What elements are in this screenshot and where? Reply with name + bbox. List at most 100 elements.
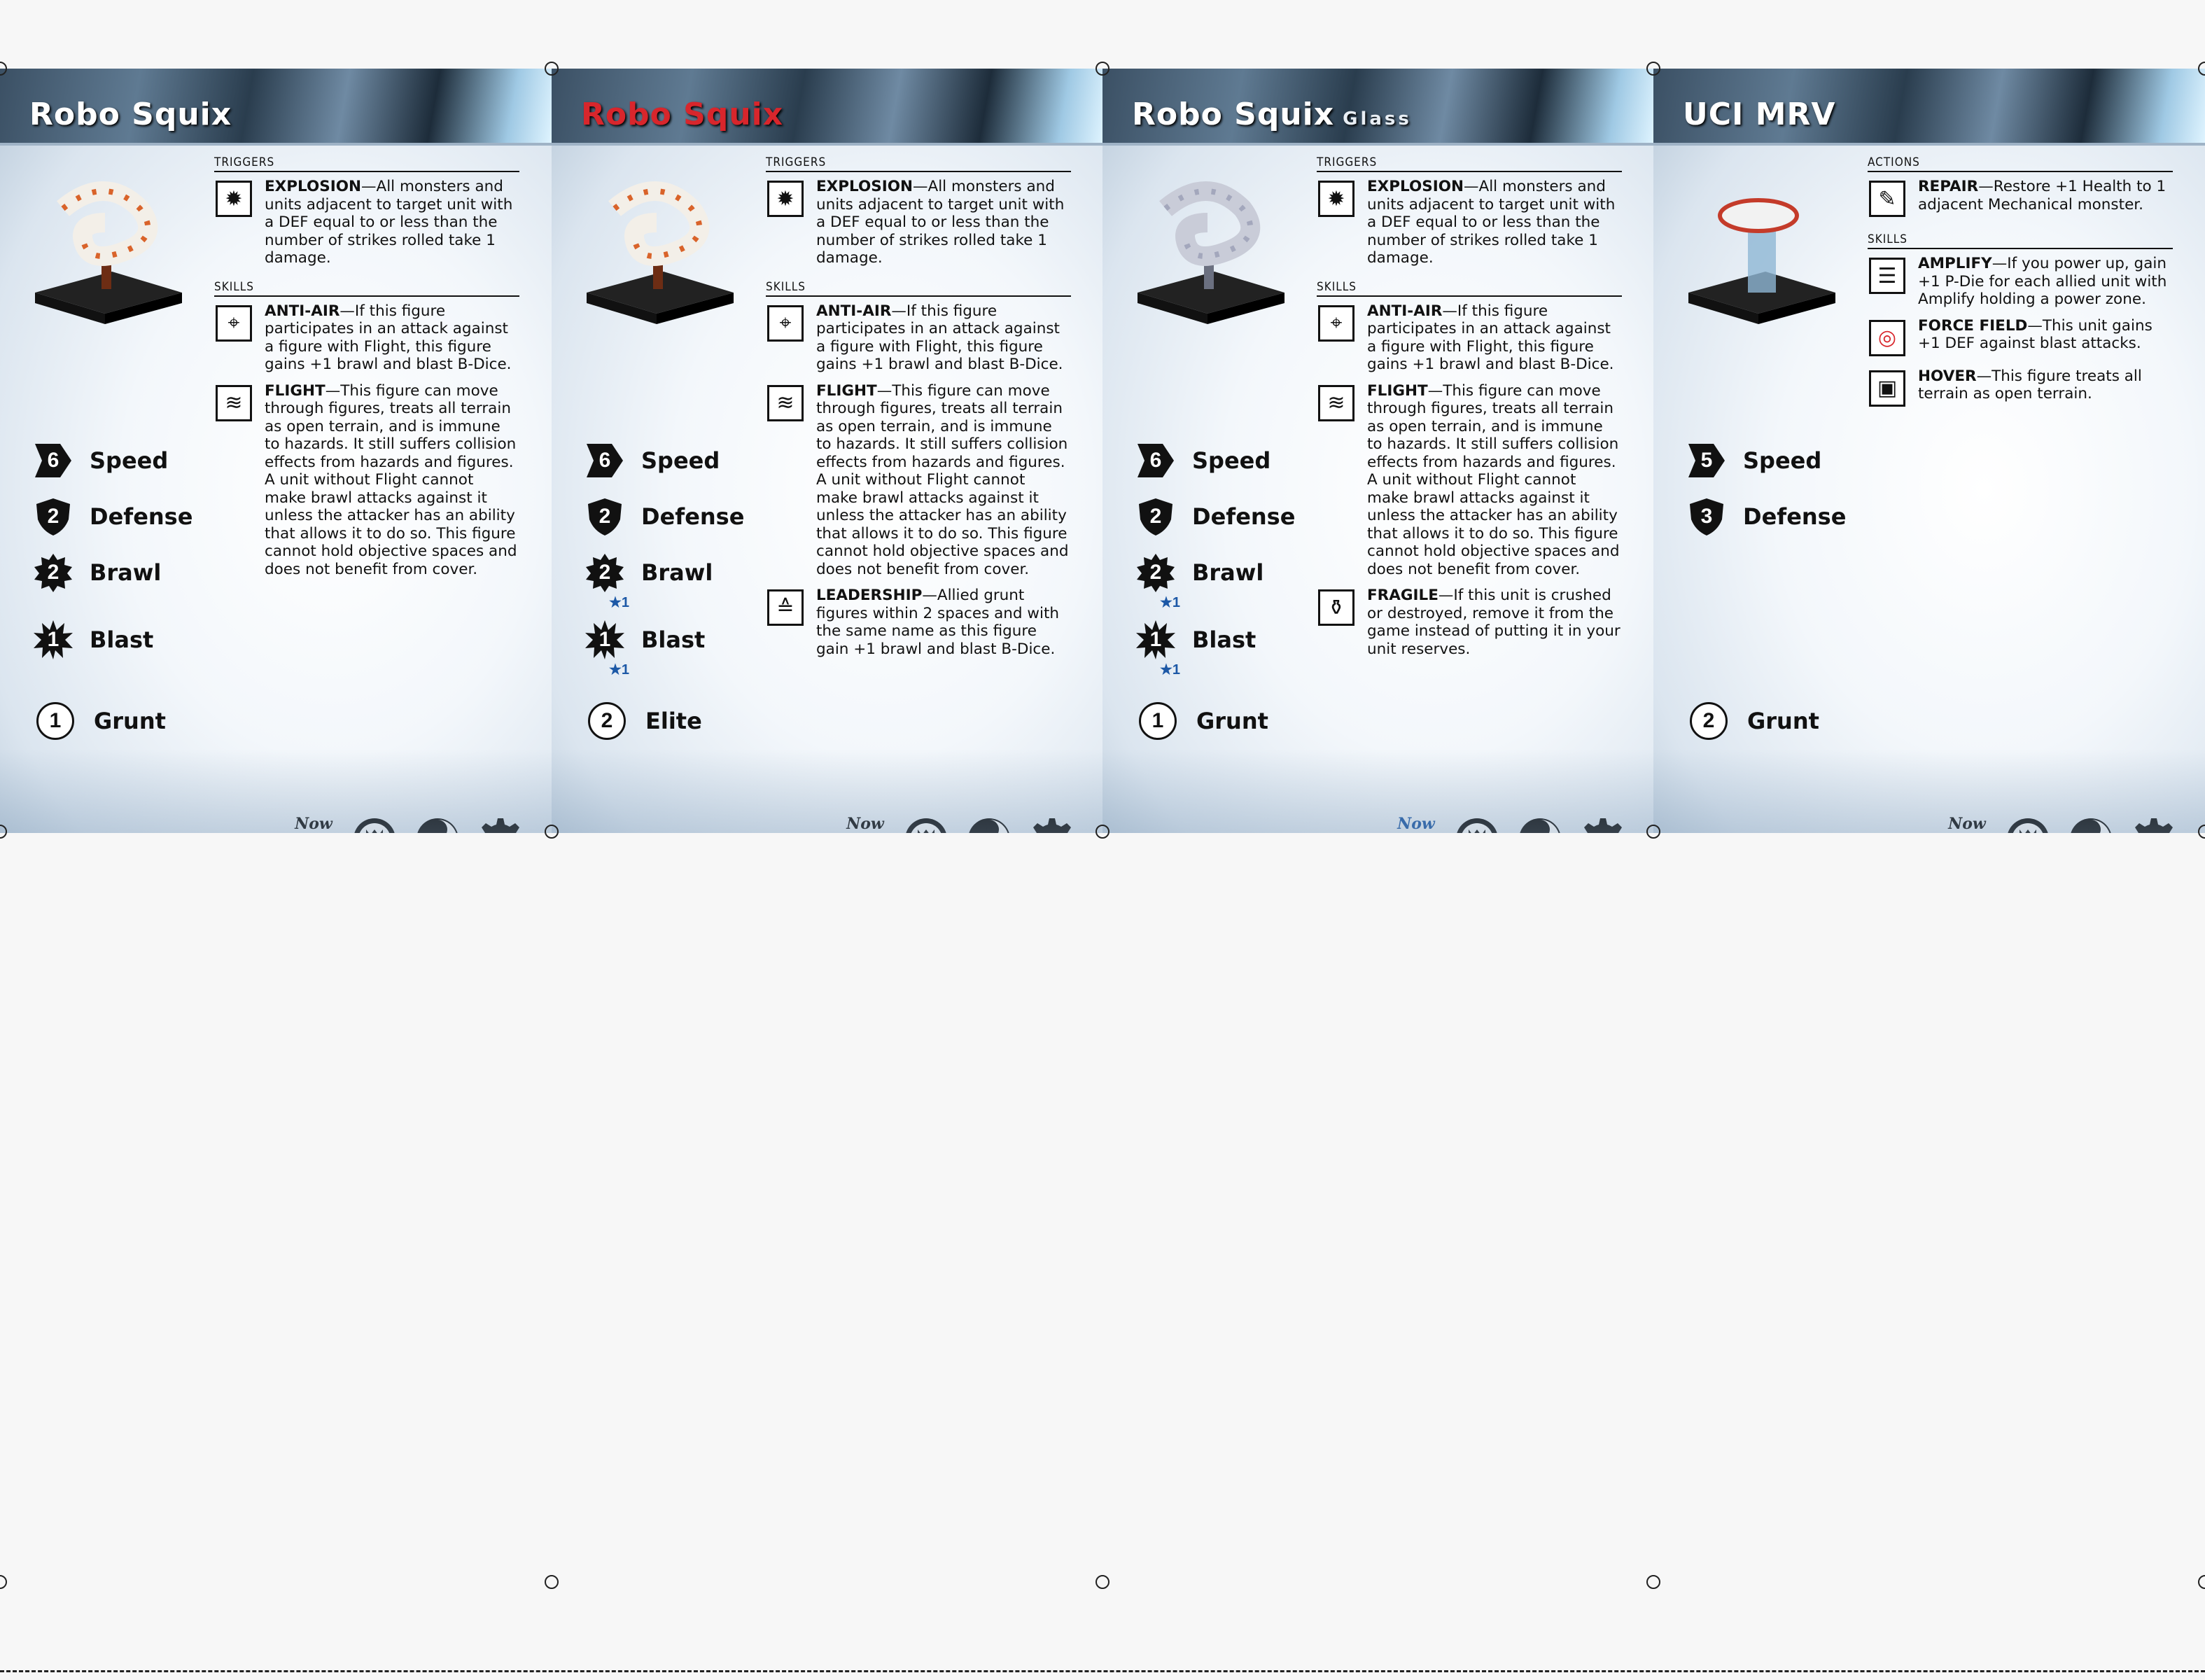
leadership-icon: ≙ xyxy=(767,589,804,626)
gear-icon xyxy=(1580,816,1626,833)
ability-name: FLIGHT xyxy=(1367,382,1428,400)
ability-name: FLIGHT xyxy=(265,382,326,400)
speed-value: 5 xyxy=(1700,449,1713,472)
ability-text: ANTI-AIR—If this figure participates in … xyxy=(1367,302,1622,374)
ability-entry: ≋ FLIGHT—This figure can move through fig… xyxy=(1317,382,1622,579)
cut-mark xyxy=(0,824,8,839)
blast-label: Blast xyxy=(1192,626,1256,653)
section-heading: TRIGGERS xyxy=(214,155,519,172)
defense-icon: 2 xyxy=(32,496,74,538)
ability-text: ANTI-AIR—If this figure participates in … xyxy=(265,302,519,374)
now-rarity-mark: Now★★★ xyxy=(844,815,886,833)
ability-name: EXPLOSION xyxy=(265,178,361,195)
unit-card: Robo Squix 6 Speed 2 Defense 2 Brawl 1 Blast 1 Gru… xyxy=(0,69,552,833)
explosion-icon: ✹ xyxy=(767,181,804,217)
stat-speed: 6 Speed xyxy=(584,440,720,482)
defense-label: Defense xyxy=(90,503,193,530)
ability-entry: ☰ AMPLIFY—If you power up, gain +1 P-Die … xyxy=(1868,255,2173,309)
cut-mark xyxy=(2197,824,2205,839)
defense-value: 2 xyxy=(1149,505,1162,528)
card-footer-icons: Now★ xyxy=(293,815,524,833)
cut-mark xyxy=(1646,824,1661,839)
card-footer-icons: Now★★★ xyxy=(844,815,1075,833)
now-logo: Now xyxy=(295,815,332,833)
card-banner: Robo Squix xyxy=(0,69,552,146)
ability-entry: ✹ EXPLOSION—All monsters and units adjace… xyxy=(766,178,1071,267)
cut-mark xyxy=(1095,824,1110,839)
cut-line xyxy=(0,1670,2205,1672)
stat-brawl: 2 Brawl xyxy=(584,552,713,594)
ability-entry: ✎ REPAIR—Restore +1 Health to 1 adjacent … xyxy=(1868,178,2173,220)
now-rarity-mark: Now★★ xyxy=(1946,815,1988,833)
stat-rank: 1 Grunt xyxy=(1135,700,1268,742)
speed-label: Speed xyxy=(90,447,169,474)
ability-name: EXPLOSION xyxy=(1367,178,1464,195)
blast-value: 1 xyxy=(1149,628,1162,651)
defense-label: Defense xyxy=(1743,503,1847,530)
monster-faction-icon xyxy=(2005,816,2051,833)
flight-icon: ≋ xyxy=(216,384,252,421)
now-logo: Now xyxy=(1948,815,1986,833)
yin-yang-icon xyxy=(2068,816,2114,833)
ability-name: REPAIR xyxy=(1918,178,1979,195)
anti-air-icon: ⌖ xyxy=(216,304,252,342)
stat-rank: 2 Elite xyxy=(584,700,702,742)
cut-mark xyxy=(2197,1574,2205,1590)
ability-description: —This figure can move through figures, t… xyxy=(816,382,1069,578)
now-rarity-mark: Now★★★★ xyxy=(1395,815,1437,833)
cut-mark xyxy=(1646,1574,1661,1590)
card-banner: UCI MRV xyxy=(1653,69,2205,146)
fragile-icon: ⚱ xyxy=(1318,589,1354,626)
ability-text: FLIGHT—This figure can move through figu… xyxy=(1367,382,1622,579)
brawl-label: Brawl xyxy=(90,559,162,586)
stat-rank: 2 Grunt xyxy=(1686,700,1819,742)
brawl-value: 2 xyxy=(47,561,59,584)
ability-entry: ≋ FLIGHT—This figure can move through fig… xyxy=(214,382,519,579)
flight-icon: ≋ xyxy=(767,384,804,421)
ability-column: TRIGGERS ✹ EXPLOSION—All monsters and unit… xyxy=(214,155,519,591)
cut-mark xyxy=(2197,61,2205,76)
section-heading: ACTIONS xyxy=(1868,155,2173,172)
defense-value: 2 xyxy=(598,505,611,528)
brawl-icon: 2 xyxy=(32,552,74,594)
ability-text: FRAGILE—If this unit is crushed or destr… xyxy=(1367,587,1622,658)
cut-mark xyxy=(544,61,559,76)
blast-value: 1 xyxy=(47,628,59,651)
stat-brawl: 2 Brawl xyxy=(1135,552,1264,594)
ability-description: —This figure can move through figures, t… xyxy=(265,382,517,578)
card-title: Robo Squix Glass xyxy=(1132,97,1412,132)
ability-name: ANTI-AIR xyxy=(816,302,892,320)
yin-yang-icon xyxy=(966,816,1012,833)
stat-blast: 1 Blast xyxy=(32,619,153,661)
monster-faction-icon xyxy=(903,816,949,833)
explosion-icon: ✹ xyxy=(216,181,252,217)
flight-icon: ≋ xyxy=(1318,384,1354,421)
speed-label: Speed xyxy=(1743,447,1822,474)
ability-text: LEADERSHIP—Allied grunt figures within 2… xyxy=(816,587,1071,658)
now-rarity-mark: Now★ xyxy=(293,815,335,833)
card-footer-icons: Now★★★★ xyxy=(1395,815,1626,833)
card-title-text: Robo Squix xyxy=(1132,97,1335,132)
card-footer-icons: Now★★ xyxy=(1946,815,2177,833)
ability-description: —This figure can move through figures, t… xyxy=(1367,382,1620,578)
monster-faction-icon xyxy=(1454,816,1500,833)
cut-mark xyxy=(1095,1574,1110,1590)
stat-speed: 5 Speed xyxy=(1686,440,1821,482)
blast-label: Blast xyxy=(641,626,706,653)
section-heading: TRIGGERS xyxy=(1317,155,1622,172)
stat-defense: 2 Defense xyxy=(1135,496,1295,538)
monster-faction-icon xyxy=(351,816,398,833)
rank-label: Grunt xyxy=(1747,708,1819,734)
ability-entry: ◎ FORCE FIELD—This unit gains +1 DEF agai… xyxy=(1868,317,2173,359)
speed-icon: 5 xyxy=(1686,440,1728,482)
speed-value: 6 xyxy=(598,449,611,472)
speed-icon: 6 xyxy=(32,440,74,482)
speed-label: Speed xyxy=(1192,447,1271,474)
card-title-text: Robo Squix xyxy=(29,97,232,132)
ability-text: HOVER—This figure treats all terrain as … xyxy=(1918,368,2173,403)
brawl-bonus: ★1 xyxy=(1160,595,1181,610)
repair-icon: ✎ xyxy=(1869,181,1905,217)
ability-entry: ✹ EXPLOSION—All monsters and units adjace… xyxy=(214,178,519,267)
blast-bonus: ★1 xyxy=(609,662,630,678)
defense-label: Defense xyxy=(641,503,745,530)
